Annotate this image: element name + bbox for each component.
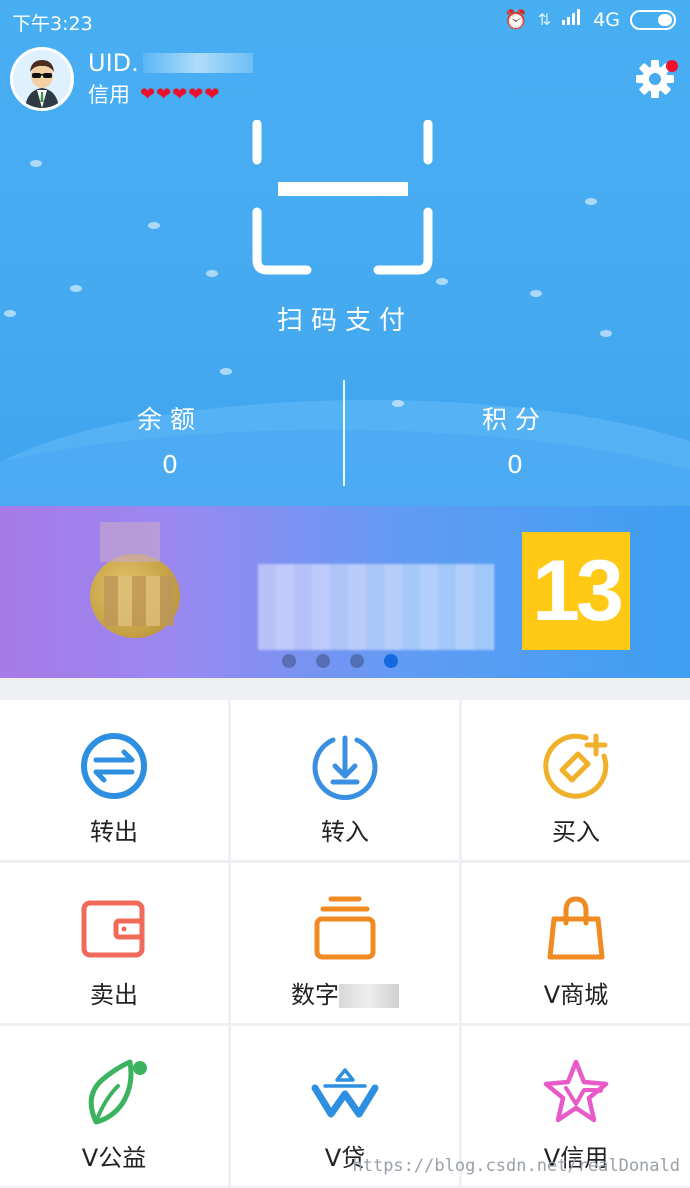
- network-type: 4G: [593, 8, 620, 31]
- decor-dot: [30, 160, 42, 167]
- redacted-image: [100, 522, 160, 562]
- balance-value: 0: [162, 450, 178, 479]
- credit-hearts: ❤❤❤❤❤: [140, 83, 221, 105]
- transfer-out-icon: [81, 733, 147, 799]
- scan-icon[interactable]: [245, 120, 440, 280]
- leaf-icon: [88, 1059, 147, 1125]
- menu-label: 转入: [321, 818, 369, 846]
- menu-transfer-in[interactable]: 转入: [231, 700, 459, 860]
- menu-label: 转出: [90, 818, 138, 846]
- stack-icon: [314, 896, 376, 960]
- scan-pay-label[interactable]: 扫码支付: [0, 300, 690, 337]
- wallet-home-screen: 下午3:23 ⏰ ⇅ 4G UID. 信用 ❤❤❤❤❤ 扫码支付 余额 0 积分…: [0, 0, 690, 1188]
- menu-label: V商城: [543, 981, 609, 1009]
- promo-banner[interactable]: 13: [0, 506, 690, 678]
- redacted-uid: [142, 53, 253, 73]
- decor-dot: [206, 270, 218, 277]
- notification-dot: [666, 60, 678, 72]
- menu-label: 卖出: [90, 981, 138, 1009]
- avatar[interactable]: [10, 47, 74, 111]
- battery-icon: [630, 9, 676, 30]
- star-credit-icon: [543, 1059, 609, 1123]
- redacted-label: [339, 984, 399, 1008]
- function-grid: 转出 转入 买入 卖出 数字 V商城 V公益 V贷 V信用: [0, 700, 690, 1186]
- decor-dot: [148, 222, 160, 229]
- balance-label: 余额: [136, 405, 203, 434]
- points-stat[interactable]: 积分 0: [345, 400, 685, 479]
- menu-label: 数字: [291, 975, 399, 1010]
- menu-digital[interactable]: 数字: [231, 863, 459, 1023]
- status-time: 下午3:23: [12, 13, 93, 35]
- page-dot-active[interactable]: [384, 654, 398, 668]
- menu-v-mall[interactable]: V商城: [462, 863, 690, 1023]
- redacted-banner-text: [258, 564, 494, 650]
- user-id: UID.: [88, 49, 253, 77]
- decor-dot: [70, 285, 82, 292]
- menu-sell[interactable]: 卖出: [0, 863, 228, 1023]
- credit-label: 信用: [88, 83, 130, 107]
- buy-icon: [543, 733, 609, 799]
- decor-dot: [585, 198, 597, 205]
- transfer-in-icon: [312, 735, 378, 800]
- menu-transfer-out[interactable]: 转出: [0, 700, 228, 860]
- page-dot[interactable]: [350, 654, 364, 668]
- page-dot[interactable]: [282, 654, 296, 668]
- status-icons: ⏰ ⇅ 4G: [504, 8, 676, 31]
- menu-v-charity[interactable]: V公益: [0, 1026, 228, 1186]
- menu-buy[interactable]: 买入: [462, 700, 690, 860]
- data-arrows-icon: ⇅: [537, 10, 552, 29]
- user-info: UID. 信用 ❤❤❤❤❤: [88, 49, 253, 109]
- user-row: UID. 信用 ❤❤❤❤❤: [10, 46, 253, 112]
- shopping-bag-icon: [547, 896, 605, 960]
- signal-icon: [561, 8, 583, 31]
- menu-label: 买入: [552, 818, 600, 846]
- wallet-icon: [81, 900, 145, 958]
- points-label: 积分: [481, 405, 548, 434]
- loan-icon: [311, 1068, 379, 1118]
- points-value: 0: [507, 450, 523, 479]
- credit-row: 信用 ❤❤❤❤❤: [88, 79, 253, 109]
- menu-label: V公益: [81, 1144, 147, 1172]
- user-id-label: UID.: [88, 49, 139, 77]
- decor-dot: [220, 368, 232, 375]
- watermark: https://blog.csdn.net/realDonald: [352, 1156, 680, 1176]
- decor-dot: [530, 290, 542, 297]
- banner-page-indicator: [282, 654, 398, 668]
- redacted-image: [104, 576, 174, 626]
- banner-number-badge: 13: [522, 532, 630, 650]
- balance-stat[interactable]: 余额 0: [0, 400, 340, 479]
- hero-header: 下午3:23 ⏰ ⇅ 4G UID. 信用 ❤❤❤❤❤ 扫码支付 余额 0 积分…: [0, 0, 690, 506]
- status-bar: 下午3:23 ⏰ ⇅ 4G: [0, 0, 690, 40]
- alarm-icon: ⏰: [504, 9, 528, 31]
- menu-label-text: 数字: [291, 981, 339, 1009]
- page-dot[interactable]: [316, 654, 330, 668]
